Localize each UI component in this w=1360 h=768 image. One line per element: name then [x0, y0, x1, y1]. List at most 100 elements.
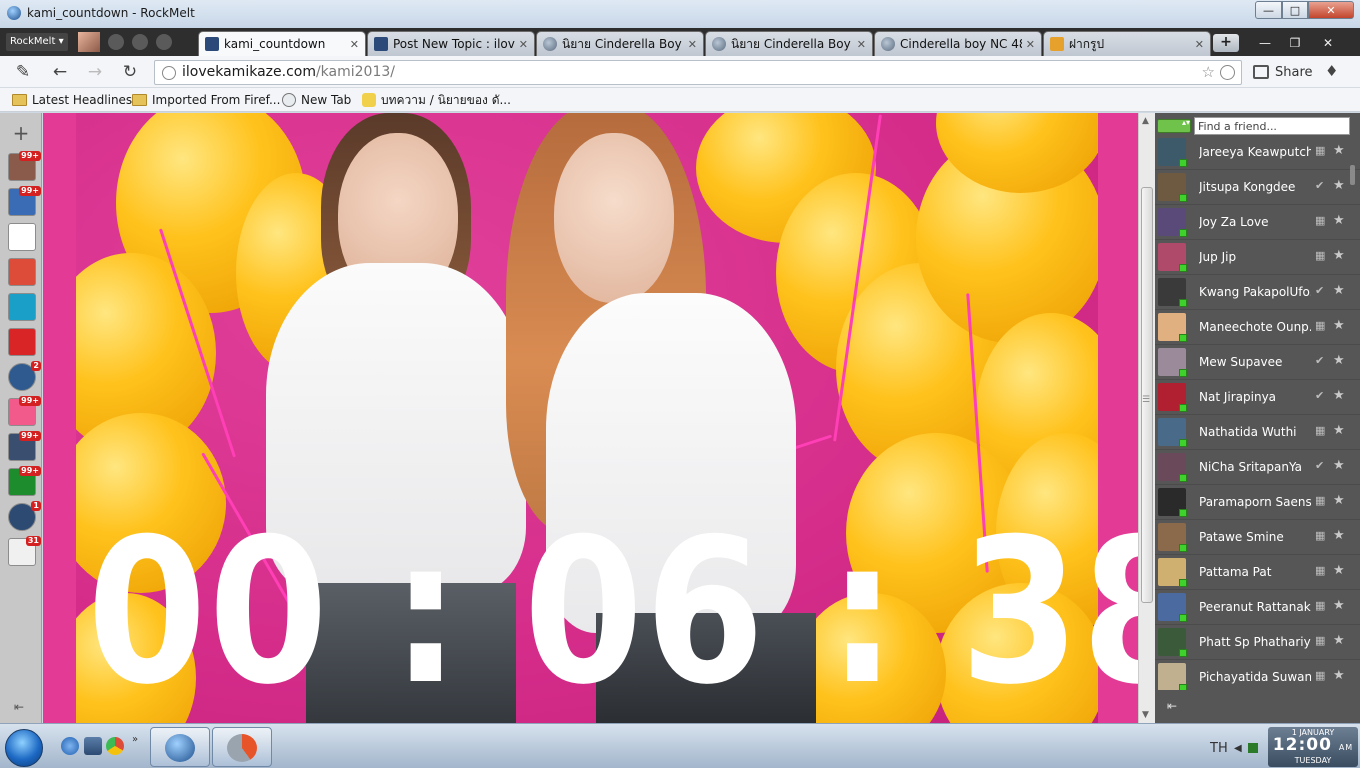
add-app-button[interactable]: + [9, 121, 33, 145]
address-bar[interactable]: ilovekamikaze.com/kami2013/ ☆ [154, 60, 1242, 85]
tab-cinderella-boy-1[interactable]: นิยาย Cinderella Boy อิ ✕ [536, 31, 704, 56]
user-avatar[interactable] [78, 32, 100, 52]
tab-cinderella-boy-2[interactable]: นิยาย Cinderella Boy อิ ✕ [705, 31, 873, 56]
taskbar-app-button[interactable] [212, 727, 272, 767]
notifications-bell-icon[interactable]: ♦ [1325, 62, 1338, 80]
friend-item[interactable]: Peeranut Rattanak... ▦ ★ [1155, 590, 1360, 625]
star-icon[interactable]: ★ [1333, 598, 1345, 613]
gift-icon[interactable]: ▦ [1315, 529, 1325, 542]
friend-item[interactable]: Kwang PakapolUfo... ✔ ★ [1155, 275, 1360, 310]
app-profile[interactable]: 99+ [8, 151, 41, 181]
friend-item[interactable]: Pichayatida Suwan... ▦ ★ [1155, 660, 1360, 690]
gift-icon[interactable]: ▦ [1315, 669, 1325, 682]
gift-icon[interactable]: ▦ [1315, 144, 1325, 157]
app-clock[interactable]: 1 [8, 501, 41, 531]
star-icon[interactable]: ★ [1333, 318, 1345, 333]
page-info-icon[interactable] [162, 66, 176, 80]
bookmark-latest-headlines[interactable]: Latest Headlines [12, 92, 132, 108]
app-dek-d[interactable]: 31 [8, 536, 41, 566]
maximize-button[interactable]: □ [1282, 1, 1308, 19]
star-icon[interactable]: ★ [1333, 563, 1345, 578]
star-icon[interactable]: ★ [1333, 178, 1345, 193]
restore-pane-icon[interactable]: ❐ [1283, 34, 1307, 52]
app-youtube[interactable] [8, 328, 36, 356]
back-button[interactable]: ← [49, 61, 71, 83]
star-icon[interactable]: ★ [1333, 493, 1345, 508]
system-clock[interactable]: 1 JANUARY 12:00 AM TUESDAY [1268, 727, 1358, 767]
close-tab-icon[interactable]: ✕ [350, 38, 359, 51]
friend-item[interactable]: Joy Za Love ▦ ★ [1155, 205, 1360, 240]
forward-button[interactable]: → [84, 61, 106, 83]
check-icon[interactable]: ✔ [1315, 459, 1324, 472]
close-tab-icon[interactable]: ✕ [688, 38, 697, 51]
app-google-plus[interactable] [8, 258, 36, 286]
language-indicator[interactable]: TH [1210, 741, 1228, 756]
tab-cinderella-boy-nc48[interactable]: Cinderella boy NC 48 [ ✕ [874, 31, 1042, 56]
bookmark-new-tab[interactable]: New Tab [282, 92, 351, 108]
globe-icon[interactable] [156, 34, 172, 50]
app-lol[interactable]: 99+ [8, 466, 41, 496]
gift-icon[interactable]: ▦ [1315, 424, 1325, 437]
friend-item[interactable]: Phatt Sp Phathariya ▦ ★ [1155, 625, 1360, 660]
bookmark-star-icon[interactable]: ☆ [1202, 63, 1215, 81]
gift-icon[interactable]: ▦ [1315, 319, 1325, 332]
app-meebo[interactable] [8, 293, 36, 321]
new-tab-button[interactable]: + [1213, 34, 1239, 52]
friend-item[interactable]: Jup Jip ▦ ★ [1155, 240, 1360, 275]
start-button[interactable] [5, 729, 43, 767]
star-icon[interactable]: ★ [1333, 143, 1345, 158]
online-status-dropdown[interactable] [1157, 118, 1191, 133]
friends-scrollbar[interactable] [1350, 165, 1355, 185]
gift-icon[interactable]: ▦ [1315, 564, 1325, 577]
friend-item[interactable]: Nat Jirapinya ✔ ★ [1155, 380, 1360, 415]
tab-kami-countdown[interactable]: kami_countdown ✕ [198, 31, 366, 56]
scroll-up-icon[interactable]: ▲ [1142, 116, 1149, 126]
friend-item[interactable]: Maneechote Ounp... ▦ ★ [1155, 310, 1360, 345]
chrome-icon[interactable] [106, 737, 124, 755]
url-text[interactable]: ilovekamikaze.com/kami2013/ [182, 64, 395, 80]
friend-item[interactable]: Jitsupa Kongdee ✔ ★ [1155, 170, 1360, 205]
close-tab-icon[interactable]: ✕ [1195, 38, 1204, 51]
close-tab-icon[interactable]: ✕ [519, 38, 528, 51]
close-window-button[interactable]: ✕ [1308, 1, 1354, 19]
app-twitter[interactable]: 99+ [8, 186, 41, 216]
app-globe[interactable]: 2 [8, 361, 41, 391]
bookmark-imported-from-firefox[interactable]: Imported From Firef... [132, 92, 280, 108]
friend-item[interactable]: Paramaporn Saens... ▦ ★ [1155, 485, 1360, 520]
check-icon[interactable]: ✔ [1315, 354, 1324, 367]
tab-fak-rup[interactable]: ฝากรูป ✕ [1043, 31, 1211, 56]
minimize-pane-icon[interactable]: — [1253, 34, 1277, 52]
close-tab-icon[interactable]: ✕ [1026, 38, 1035, 51]
star-icon[interactable]: ★ [1333, 388, 1345, 403]
minimize-button[interactable]: — [1255, 1, 1282, 19]
scroll-down-icon[interactable]: ▼ [1142, 710, 1149, 720]
collapse-friends-icon[interactable]: ⇤ [1167, 699, 1177, 713]
network-icon[interactable] [1248, 743, 1258, 753]
friends-icon[interactable] [108, 34, 124, 50]
friend-item[interactable]: Jareeya Keawputch... ▦ ★ [1155, 135, 1360, 170]
tray-expand-icon[interactable]: ◀ [1234, 743, 1242, 754]
collapse-edge-icon[interactable]: ⇤ [14, 700, 24, 714]
friend-item[interactable]: Mew Supavee ✔ ★ [1155, 345, 1360, 380]
reload-button[interactable]: ↻ [119, 61, 141, 83]
friend-item[interactable]: Pattama Pat ▦ ★ [1155, 555, 1360, 590]
find-friend-input[interactable] [1194, 117, 1350, 135]
share-button[interactable]: Share [1253, 62, 1313, 82]
star-icon[interactable]: ★ [1333, 248, 1345, 263]
star-icon[interactable]: ★ [1333, 458, 1345, 473]
check-icon[interactable]: ✔ [1315, 284, 1324, 297]
star-icon[interactable]: ★ [1333, 633, 1345, 648]
internet-explorer-icon[interactable] [61, 737, 79, 755]
tab-post-new-topic[interactable]: Post New Topic : ilovel ✕ [367, 31, 535, 56]
gift-icon[interactable]: ▦ [1315, 494, 1325, 507]
check-icon[interactable]: ✔ [1315, 389, 1324, 402]
history-clock-icon[interactable] [1220, 65, 1235, 80]
show-desktop-icon[interactable] [84, 737, 102, 755]
close-pane-icon[interactable]: ✕ [1316, 34, 1340, 52]
gift-icon[interactable]: ▦ [1315, 214, 1325, 227]
quicklaunch-overflow-icon[interactable]: » [132, 734, 142, 745]
gift-icon[interactable]: ▦ [1315, 634, 1325, 647]
taskbar-rockmelt-button[interactable] [150, 727, 210, 767]
chat-icon[interactable] [132, 34, 148, 50]
star-icon[interactable]: ★ [1333, 528, 1345, 543]
